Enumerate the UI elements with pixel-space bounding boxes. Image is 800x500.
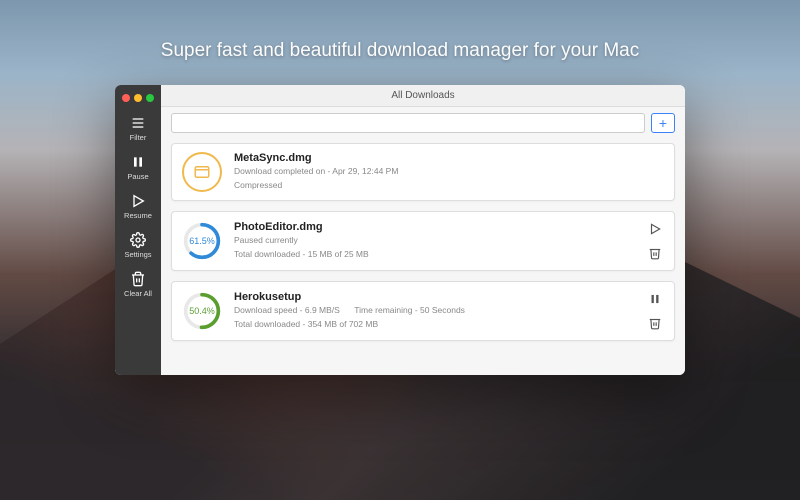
resume-item-button[interactable]: [646, 220, 664, 238]
sidebar: Filter Pause Resume Settings Clear All: [115, 85, 161, 375]
file-type-icon: [182, 152, 222, 192]
url-input[interactable]: [171, 113, 645, 133]
resume-button[interactable]: Resume: [115, 188, 161, 227]
pause-button[interactable]: Pause: [115, 149, 161, 188]
filter-button[interactable]: Filter: [115, 110, 161, 149]
pause-icon: [130, 154, 146, 170]
status-text: Download speed - 6.9 MB/S: [234, 305, 340, 315]
status-text: Paused currently: [234, 235, 646, 247]
trash-icon: [648, 316, 662, 330]
add-download-button[interactable]: +: [651, 113, 675, 133]
progress-ring: 61.5%: [182, 221, 222, 261]
progress-percent: 61.5%: [182, 221, 222, 261]
progress-ring: 50.4%: [182, 291, 222, 331]
pause-icon: [648, 292, 662, 306]
progress-percent: 50.4%: [182, 291, 222, 331]
file-name: PhotoEditor.dmg: [234, 221, 646, 233]
trash-icon: [648, 246, 662, 260]
subline-text: Total downloaded - 15 MB of 25 MB: [234, 249, 646, 261]
window-controls[interactable]: [115, 89, 154, 110]
settings-label: Settings: [124, 250, 151, 259]
delete-item-button[interactable]: [646, 314, 664, 332]
close-window-icon[interactable]: [122, 94, 130, 102]
main-panel: All Downloads + MetaSync.dmg Download co…: [161, 85, 685, 375]
clear-all-label: Clear All: [124, 289, 152, 298]
download-list: MetaSync.dmg Download completed on - Apr…: [161, 139, 685, 351]
delete-item-button[interactable]: [646, 244, 664, 262]
settings-button[interactable]: Settings: [115, 227, 161, 266]
toolbar: +: [161, 107, 685, 139]
download-item[interactable]: 50.4% Herokusetup Download speed - 6.9 M…: [171, 281, 675, 341]
status-text: Download completed on - Apr 29, 12:44 PM: [234, 166, 664, 178]
file-name: MetaSync.dmg: [234, 152, 664, 164]
minimize-window-icon[interactable]: [134, 94, 142, 102]
pause-label: Pause: [127, 172, 148, 181]
play-icon: [130, 193, 146, 209]
app-window: Filter Pause Resume Settings Clear All A…: [115, 85, 685, 375]
pause-item-button[interactable]: [646, 290, 664, 308]
download-item[interactable]: 61.5% PhotoEditor.dmg Paused currently T…: [171, 211, 675, 271]
resume-label: Resume: [124, 211, 152, 220]
filter-label: Filter: [130, 133, 147, 142]
zoom-window-icon[interactable]: [146, 94, 154, 102]
subline-text: Compressed: [234, 180, 664, 192]
download-item[interactable]: MetaSync.dmg Download completed on - Apr…: [171, 143, 675, 201]
play-icon: [648, 222, 662, 236]
gear-icon: [130, 232, 146, 248]
filter-icon: [130, 115, 146, 131]
subline-text: Total downloaded - 354 MB of 702 MB: [234, 319, 646, 331]
hero-tagline: Super fast and beautiful download manage…: [0, 40, 800, 62]
clear-all-button[interactable]: Clear All: [115, 266, 161, 305]
window-title: All Downloads: [161, 85, 685, 107]
trash-icon: [130, 271, 146, 287]
file-name: Herokusetup: [234, 291, 646, 303]
time-remaining: Time remaining - 50 Seconds: [354, 305, 465, 315]
